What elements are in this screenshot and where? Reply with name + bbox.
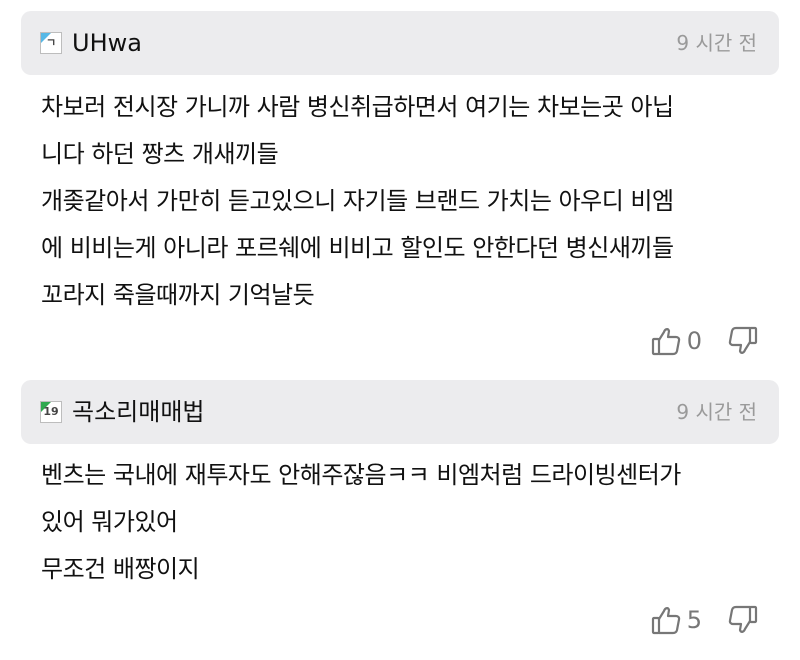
comment-username[interactable]: 곡소리매매법 [72,397,204,427]
level-badge-icon: ㄱ [40,32,62,54]
comment-text-line: 무조건 배짱이지 [41,555,200,583]
like-count: 5 [686,606,702,634]
comment-timestamp: 9 시간 전 [676,400,757,424]
thumbs-up-icon[interactable] [651,604,681,636]
level-badge-icon: 19 [40,401,62,423]
comment-text-line: 니다 하던 짱츠 개새끼들 [41,140,279,168]
comment-text-line: 꼬라지 죽을때까지 기억날듯 [41,281,315,309]
comment-text-line: 있어 뭐가있어 [41,508,178,536]
comment-text: 벤츠는 국내에 재투자도 안해주잖음ㅋㅋ 비엠처럼 드라이빙센터가 있어 뭐가있… [41,452,771,593]
level-badge-number: 19 [43,405,59,418]
comment-text-line: 개좆같아서 가만히 듣고있으니 자기들 브랜드 가치는 아우디 비엠 [41,187,674,215]
comment-text: 차보러 전시장 가니까 사람 병신취급하면서 여기는 차보는곳 아닙 니다 하던… [41,84,771,319]
vote-row: 5 [651,603,758,637]
comment-header: 19 곡소리매매법 9 시간 전 [21,380,779,444]
comment-text-line: 에 비비는게 아니라 포르쉐에 비비고 할인도 안한다던 병신새끼들 [41,234,674,262]
level-badge-number: ㄱ [45,36,57,49]
thumbs-down-icon[interactable] [728,604,758,636]
comment-header: ㄱ UHwa 9 시간 전 [21,11,779,75]
thumbs-up-icon[interactable] [651,325,681,357]
vote-row: 0 [651,324,758,358]
comment-text-line: 차보러 전시장 가니까 사람 병신취급하면서 여기는 차보는곳 아닙 [41,93,674,121]
comment-text-line: 벤츠는 국내에 재투자도 안해주잖음ㅋㅋ 비엠처럼 드라이빙센터가 [41,461,681,489]
comment-username[interactable]: UHwa [72,28,142,58]
like-count: 0 [686,327,702,355]
thumbs-down-icon[interactable] [728,325,758,357]
comment-timestamp: 9 시간 전 [676,31,757,55]
